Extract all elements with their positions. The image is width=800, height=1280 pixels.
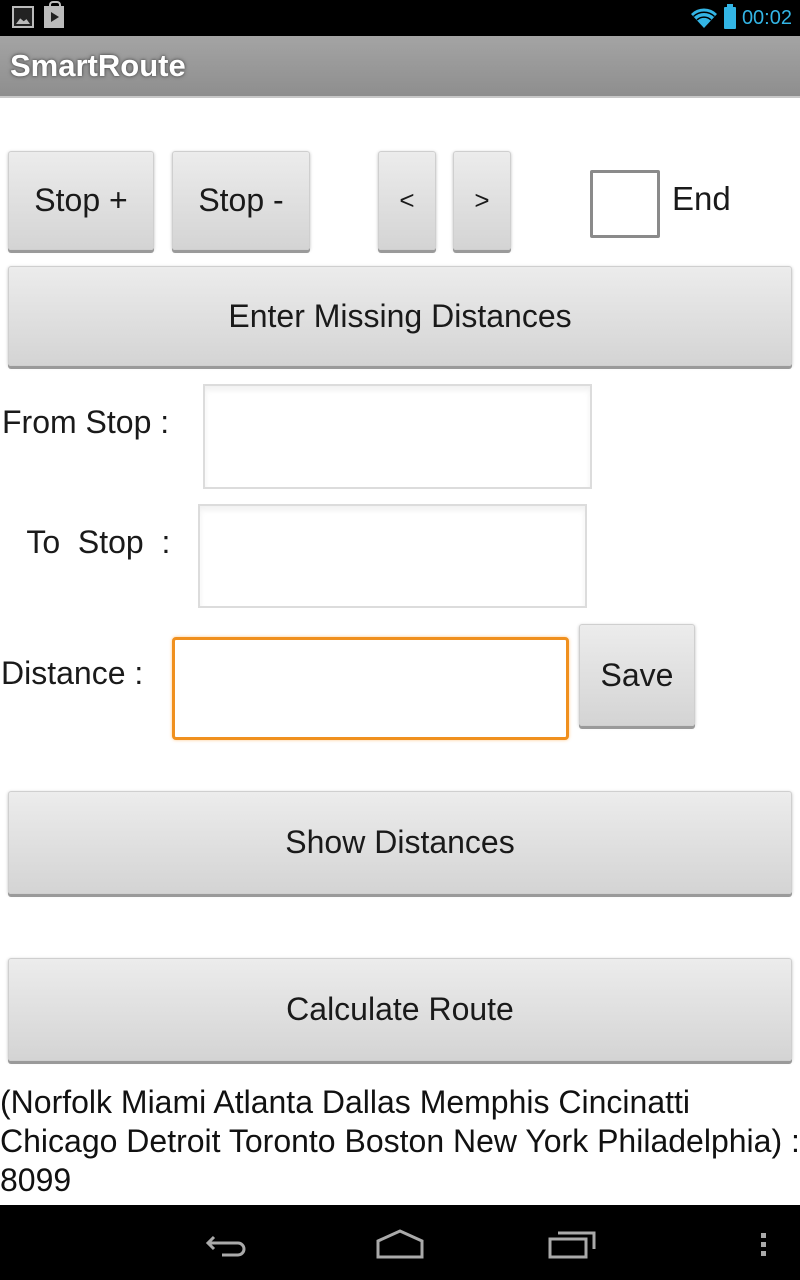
- status-bar: 00:02: [0, 0, 800, 36]
- navigation-bar: [0, 1205, 800, 1280]
- clock: 00:02: [741, 6, 792, 29]
- system-icons: 00:02: [690, 3, 792, 33]
- show-distances-button[interactable]: Show Distances: [8, 791, 792, 894]
- play-store-icon: [44, 1, 64, 28]
- previous-stop-button[interactable]: <: [378, 151, 436, 250]
- remove-stop-button[interactable]: Stop -: [172, 151, 310, 250]
- end-checkbox-label[interactable]: End: [672, 180, 731, 218]
- back-icon[interactable]: [200, 1223, 256, 1263]
- next-stop-button[interactable]: >: [453, 151, 511, 250]
- from-stop-label: From Stop :: [2, 404, 170, 440]
- calculate-route-button[interactable]: Calculate Route: [8, 958, 792, 1061]
- home-icon[interactable]: [370, 1223, 430, 1263]
- recent-apps-icon[interactable]: [544, 1223, 600, 1263]
- to-stop-label: To Stop :: [18, 524, 171, 560]
- notification-icons: [12, 1, 64, 28]
- enter-missing-distances-button[interactable]: Enter Missing Distances: [8, 266, 792, 366]
- gallery-icon: [12, 6, 34, 28]
- add-stop-button[interactable]: Stop +: [8, 151, 154, 250]
- battery-icon: [723, 4, 736, 29]
- overflow-menu-icon[interactable]: [755, 1223, 775, 1263]
- save-button[interactable]: Save: [579, 624, 695, 726]
- distance-input[interactable]: [172, 637, 569, 740]
- app-title: SmartRoute: [10, 48, 186, 83]
- wifi-icon: [690, 7, 718, 29]
- to-stop-input[interactable]: [198, 504, 587, 608]
- route-result-text: (Norfolk Miami Atlanta Dallas Memphis Ci…: [0, 1084, 800, 1198]
- distance-label: Distance :: [1, 655, 144, 691]
- end-checkbox[interactable]: [590, 170, 660, 238]
- from-stop-input[interactable]: [203, 384, 592, 489]
- action-bar: SmartRoute: [0, 36, 800, 98]
